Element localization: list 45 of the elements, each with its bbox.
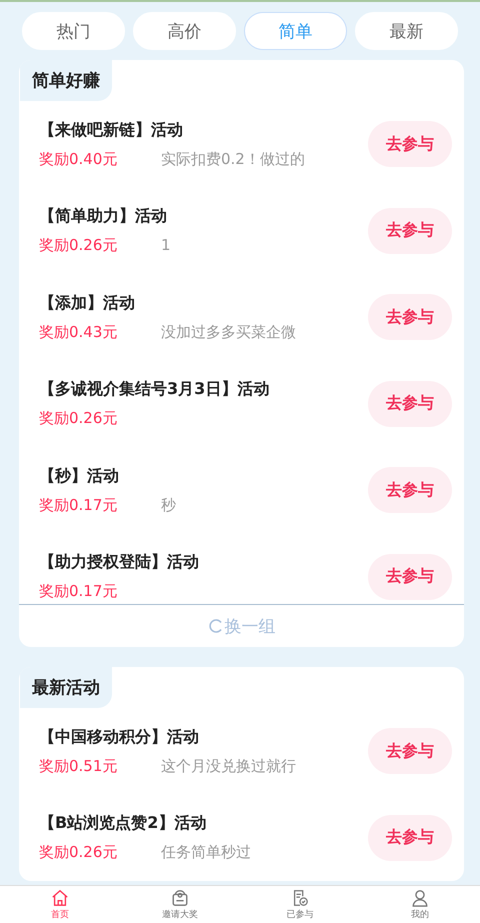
gift-box-icon[interactable] [171,889,189,907]
document-check-icon[interactable] [291,889,309,907]
task-note: 任务简单秒过 [161,843,251,862]
reward-amount: 奖励0.26元 [39,843,118,862]
task-note: 秒 [161,496,176,515]
join-button[interactable]: 去参与 [368,208,452,254]
nav-label[interactable]: 已参与 [286,908,314,921]
home-icon[interactable] [51,889,69,907]
task-title: 【秒】活动 [39,466,120,487]
user-icon[interactable] [411,889,429,907]
task-title: 【多诚视介集结号3月3日】活动 [39,379,270,400]
tab[interactable]: 简单 [244,12,347,50]
reward-amount: 奖励0.51元 [39,756,118,776]
reward-amount: 奖励0.17元 [39,582,118,602]
tab[interactable]: 高价 [133,12,236,50]
reward-amount: 奖励0.40元 [39,150,118,169]
nav-label[interactable]: 邀请大奖 [162,908,198,921]
task-title: 【来做吧新链】活动 [39,120,184,141]
section-title: 最新活动 [20,667,112,708]
join-button[interactable]: 去参与 [368,728,452,774]
refresh-link[interactable]: 换一组 [224,614,276,638]
tab[interactable]: 最新 [355,12,458,50]
join-button[interactable]: 去参与 [368,294,452,340]
task-title: 【助力授权登陆】活动 [39,552,200,574]
task-title: 【中国移动积分】活动 [39,726,200,748]
task-title: 【B站浏览点赞2】活动 [39,813,208,834]
task-note: 实际扣费0.2！做过的 [161,150,305,169]
reward-amount: 奖励0.17元 [39,496,118,515]
reward-amount: 奖励0.43元 [39,322,118,342]
task-title: 【简单助力】活动 [39,206,168,228]
task-note: 1 [161,236,171,256]
join-button[interactable]: 去参与 [368,121,452,168]
task-note: 这个月没兑换过就行 [161,756,296,776]
join-button[interactable]: 去参与 [368,554,452,600]
nav-label[interactable]: 我的 [411,908,429,921]
task-title: 【添加】活动 [39,292,136,314]
section-title: 简单好赚 [20,60,112,101]
join-button[interactable]: 去参与 [368,467,452,514]
reward-amount: 奖励0.26元 [39,236,118,256]
tab[interactable]: 热门 [22,12,125,50]
join-button[interactable]: 去参与 [368,380,452,427]
task-note: 没加过多多买菜企微 [161,322,296,342]
nav-label[interactable]: 首页 [51,908,69,921]
join-button[interactable]: 去参与 [368,814,452,861]
reward-amount: 奖励0.26元 [39,409,118,428]
